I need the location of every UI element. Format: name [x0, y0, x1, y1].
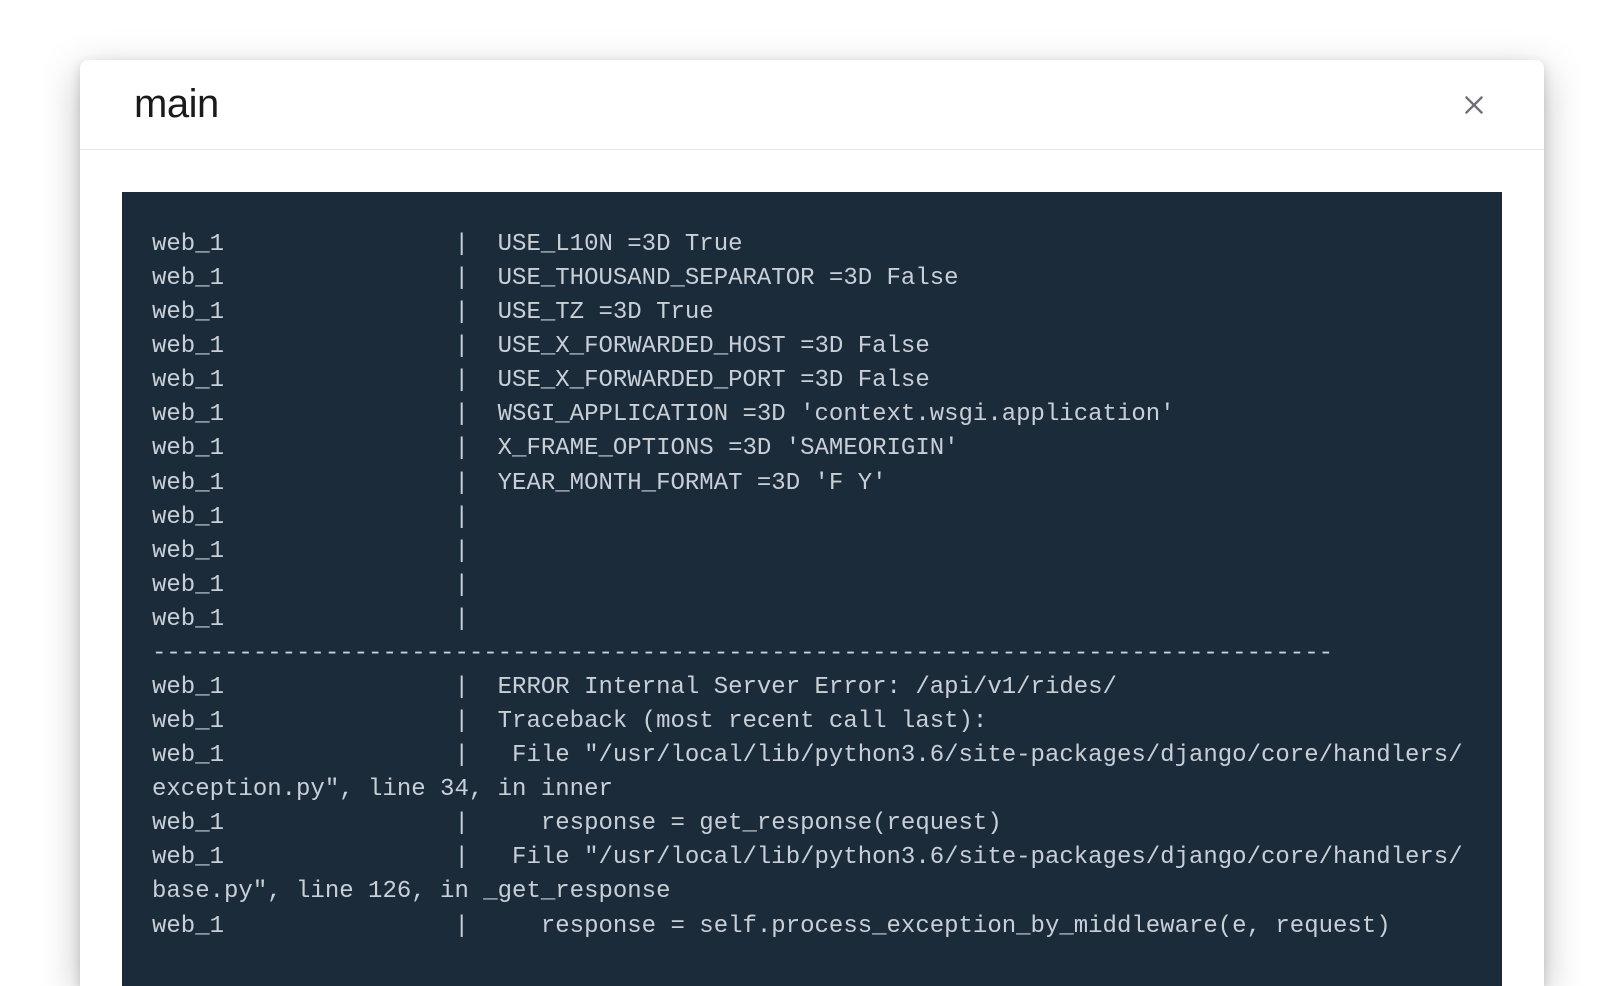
window-title: main: [134, 82, 219, 127]
titlebar: main: [80, 60, 1544, 150]
body-area: web_1 | USE_L10N =3D True web_1 | USE_TH…: [80, 150, 1544, 986]
terminal-output[interactable]: web_1 | USE_L10N =3D True web_1 | USE_TH…: [122, 192, 1502, 986]
close-button[interactable]: [1452, 83, 1496, 127]
log-window: main web_1 | USE_L10N =3D True web_1 | U…: [80, 60, 1544, 986]
close-icon: [1461, 92, 1487, 118]
